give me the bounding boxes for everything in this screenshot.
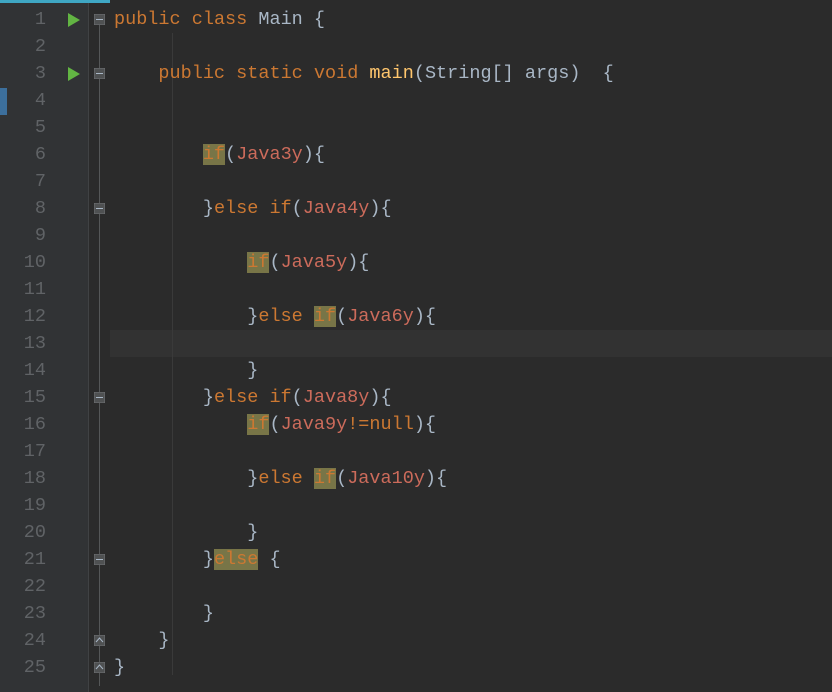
line-number[interactable]: 14 <box>0 357 60 384</box>
code-line[interactable] <box>110 222 832 249</box>
line-number[interactable]: 2 <box>0 33 60 60</box>
line-number[interactable]: 7 <box>0 168 60 195</box>
code-line[interactable] <box>110 87 832 114</box>
line-number[interactable]: 19 <box>0 492 60 519</box>
code-line[interactable] <box>110 168 832 195</box>
code-line[interactable]: public static void main(String[] args) { <box>110 60 832 87</box>
run-gutter <box>60 0 88 692</box>
line-number[interactable]: 18 <box>0 465 60 492</box>
line-number[interactable]: 12 <box>0 303 60 330</box>
line-number[interactable]: 6 <box>0 141 60 168</box>
line-number[interactable]: 24 <box>0 627 60 654</box>
line-number[interactable]: 15 <box>0 384 60 411</box>
line-number[interactable]: 4 <box>0 87 60 114</box>
code-line[interactable]: } <box>110 519 832 546</box>
code-line[interactable] <box>110 276 832 303</box>
line-number[interactable]: 21 <box>0 546 60 573</box>
fold-close-icon[interactable] <box>94 635 105 646</box>
line-number[interactable]: 3 <box>0 60 60 87</box>
code-line[interactable] <box>110 492 832 519</box>
code-line[interactable] <box>110 573 832 600</box>
run-icon[interactable] <box>68 67 80 81</box>
code-line[interactable]: if(Java9y!=null){ <box>110 411 832 438</box>
code-line[interactable]: if(Java3y){ <box>110 141 832 168</box>
line-number-gutter[interactable]: 1 2 3 4 5 6 7 8 9 10 11 12 13 14 15 16 1… <box>0 0 60 692</box>
line-number[interactable]: 20 <box>0 519 60 546</box>
line-number[interactable]: 11 <box>0 276 60 303</box>
code-line[interactable]: }else { <box>110 546 832 573</box>
line-number[interactable]: 8 <box>0 195 60 222</box>
line-number[interactable]: 9 <box>0 222 60 249</box>
code-line[interactable] <box>110 438 832 465</box>
code-line[interactable] <box>110 330 832 357</box>
line-number[interactable]: 13 <box>0 330 60 357</box>
code-line[interactable]: } <box>110 357 832 384</box>
fold-gutter <box>88 0 110 692</box>
fold-open-icon[interactable] <box>94 392 105 403</box>
line-number[interactable]: 22 <box>0 573 60 600</box>
line-number[interactable]: 17 <box>0 438 60 465</box>
code-line[interactable]: } <box>110 627 832 654</box>
code-line[interactable]: }else if(Java6y){ <box>110 303 832 330</box>
fold-open-icon[interactable] <box>94 554 105 565</box>
change-marker <box>0 88 7 115</box>
code-line[interactable]: }else if(Java8y){ <box>110 384 832 411</box>
fold-close-icon[interactable] <box>94 662 105 673</box>
run-icon[interactable] <box>68 13 80 27</box>
code-line[interactable]: if(Java5y){ <box>110 249 832 276</box>
line-number[interactable]: 25 <box>0 654 60 681</box>
line-number[interactable]: 16 <box>0 411 60 438</box>
fold-open-icon[interactable] <box>94 203 105 214</box>
fold-open-icon[interactable] <box>94 14 105 25</box>
line-number[interactable]: 1 <box>0 6 60 33</box>
code-editor[interactable]: 1 2 3 4 5 6 7 8 9 10 11 12 13 14 15 16 1… <box>0 0 832 692</box>
code-line[interactable] <box>110 33 832 60</box>
code-line[interactable]: } <box>110 600 832 627</box>
line-number[interactable]: 10 <box>0 249 60 276</box>
code-line[interactable]: } <box>110 654 832 681</box>
code-text-area[interactable]: public class Main { public static void m… <box>110 0 832 692</box>
code-line[interactable] <box>110 114 832 141</box>
code-line[interactable]: }else if(Java4y){ <box>110 195 832 222</box>
tab-active-indicator <box>0 0 110 3</box>
code-line[interactable]: public class Main { <box>110 6 832 33</box>
code-line[interactable]: }else if(Java10y){ <box>110 465 832 492</box>
fold-open-icon[interactable] <box>94 68 105 79</box>
line-number[interactable]: 23 <box>0 600 60 627</box>
line-number[interactable]: 5 <box>0 114 60 141</box>
